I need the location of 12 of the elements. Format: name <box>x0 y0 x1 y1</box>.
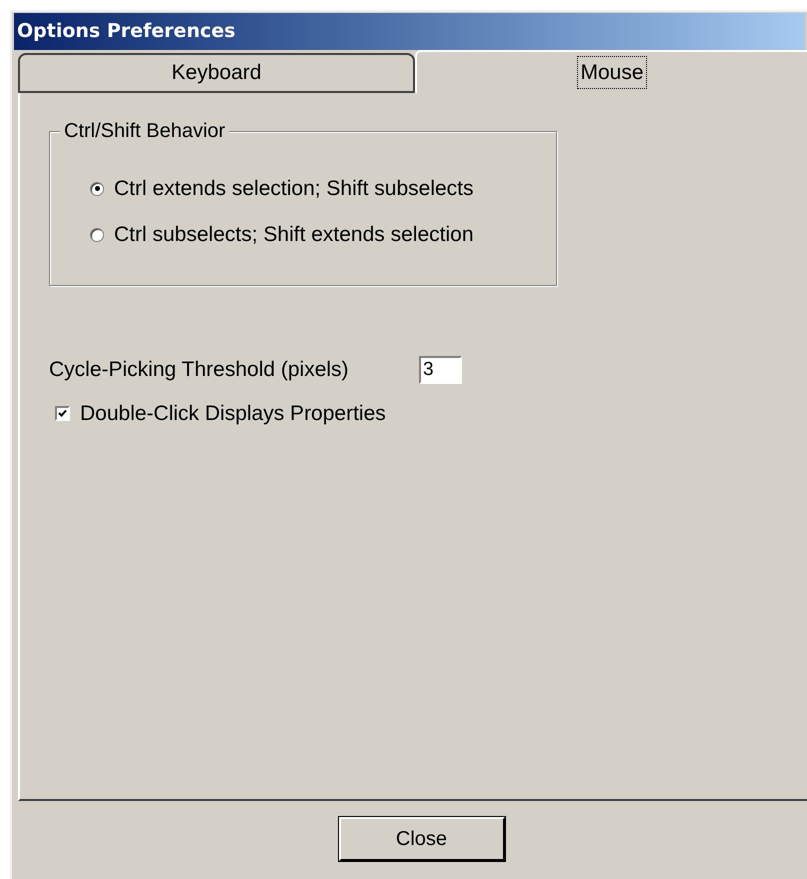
radio-icon[interactable] <box>90 182 104 196</box>
tab[interactable]: Keyboard <box>18 53 415 93</box>
window-title: Options Preferences <box>14 13 805 50</box>
threshold-field[interactable]: 3 <box>419 356 462 384</box>
checkbox-icon[interactable] <box>55 406 70 421</box>
radio-option[interactable]: Ctrl extends selection; Shift subselects <box>90 175 474 202</box>
tab[interactable]: Mouse <box>415 50 807 93</box>
radio-option[interactable]: Ctrl subselects; Shift extends selection <box>90 221 474 248</box>
field-label: Cycle-Picking Threshold (pixels) <box>49 357 350 383</box>
radio-icon[interactable] <box>90 228 104 242</box>
checkbox-option[interactable]: Double-Click Displays Properties <box>55 398 386 429</box>
close-button[interactable]: Close <box>338 817 504 861</box>
